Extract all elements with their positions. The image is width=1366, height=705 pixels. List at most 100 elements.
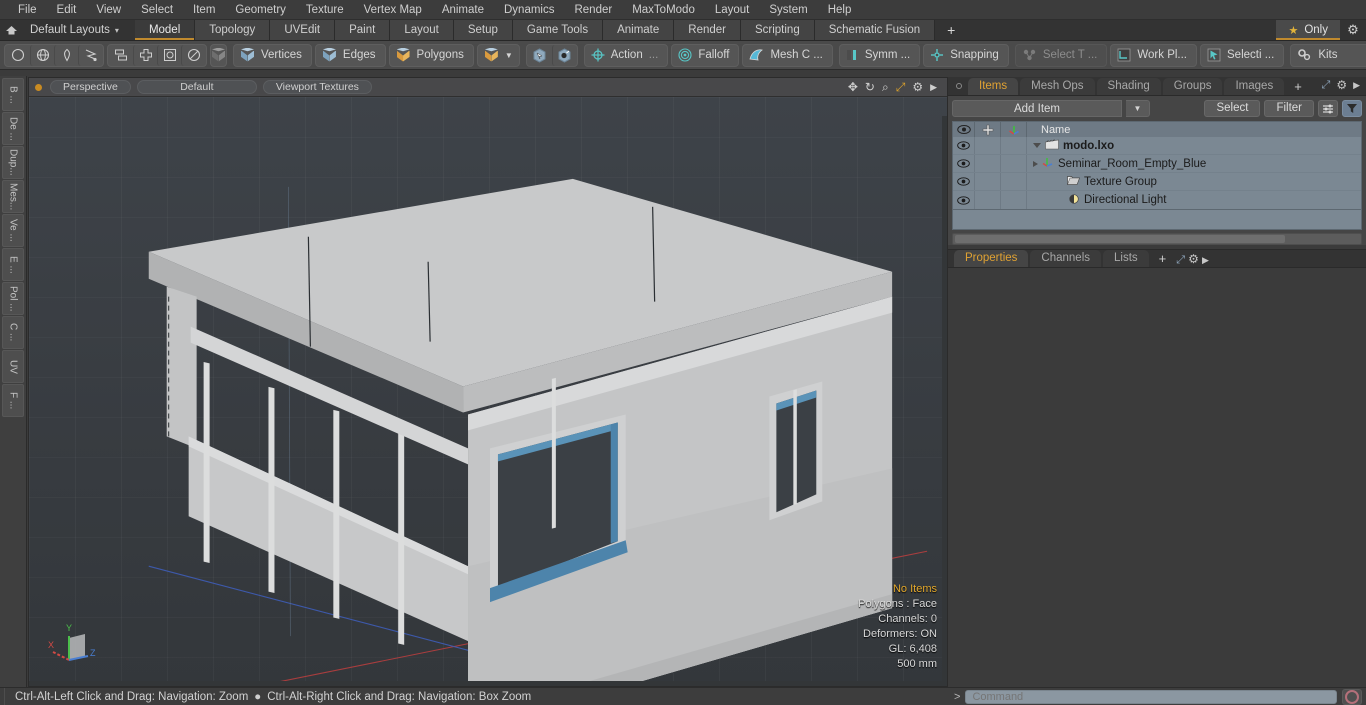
cube-arrow-icon[interactable] [528,45,552,66]
menu-item-help[interactable]: Help [818,0,862,20]
left-rail-tab-duplicate[interactable]: Dup... [2,146,24,179]
left-rail-tab-fusion[interactable]: F ... [2,384,24,417]
home-icon[interactable] [0,20,22,40]
layout-selector[interactable]: Default Layouts ▾ [22,20,127,40]
left-rail-tab-uv[interactable]: UV [2,350,24,383]
selection-mode-polygons[interactable]: Polygons [388,43,474,67]
falloff-button[interactable]: Falloff [671,43,740,67]
fit-icon[interactable]: ⤢ [896,81,906,93]
menu-item-select[interactable]: Select [131,0,183,20]
tab-properties[interactable]: Properties [954,250,1029,267]
cube-hand-icon[interactable] [551,44,576,66]
action-center-button[interactable]: Action ... [583,43,669,67]
row-lock-cell[interactable] [975,137,1001,154]
table-row[interactable]: Seminar_Room_Empty_Blue [953,155,1361,173]
menu-item-item[interactable]: Item [183,0,225,20]
tab-lists[interactable]: Lists [1103,250,1149,267]
menu-item-file[interactable]: File [8,0,47,20]
row-axis-cell[interactable] [1001,173,1027,190]
only-toggle-button[interactable]: ★ Only [1276,20,1340,40]
row-lock-cell[interactable] [975,191,1001,209]
square-in-box-icon[interactable] [157,44,181,66]
tab-images[interactable]: Images [1224,78,1285,95]
menu-item-system[interactable]: System [759,0,817,20]
row-visibility-toggle[interactable] [953,155,975,172]
menu-item-edit[interactable]: Edit [47,0,87,20]
tab-scripting[interactable]: Scripting [740,20,815,40]
tab-shading[interactable]: Shading [1096,78,1161,95]
left-rail-tab-mesh[interactable]: Mes... [2,180,24,213]
ellipse-icon[interactable] [181,44,205,66]
expander-down-icon[interactable] [1033,143,1041,148]
gear-icon[interactable]: ⚙ [1336,78,1347,92]
table-row[interactable]: modo.lxo [953,137,1361,155]
item-list-empty-area[interactable] [952,210,1362,230]
left-rail-tab-curve[interactable]: C ... [2,316,24,349]
row-lock-cell[interactable] [975,173,1001,190]
gear-icon[interactable]: ⚙ [912,81,923,93]
add-item-button[interactable]: Add Item [952,100,1122,117]
add-tab-button[interactable]: + [935,20,967,40]
selection-mode-vertices[interactable]: Vertices [233,43,312,67]
chevron-right-icon[interactable]: ▶ [1202,255,1209,265]
chevron-right-icon[interactable]: ▶ [930,81,937,93]
menu-item-texture[interactable]: Texture [296,0,354,20]
viewport-shading-selector[interactable]: Default [136,80,257,94]
circle-icon[interactable] [6,45,30,66]
record-button[interactable] [1342,688,1362,705]
expand-icon[interactable]: ⤢ [1176,254,1185,266]
rotate-icon[interactable]: ↻ [865,81,875,93]
left-rail-tab-edge[interactable]: E ... [2,248,24,281]
tab-render[interactable]: Render [674,20,741,40]
item-list[interactable]: modo.lxo Seminar_Room_Empty_Blue Texture… [952,137,1362,210]
filter-button[interactable]: Filter [1264,100,1314,117]
lasso-icon[interactable] [78,44,102,66]
snapping-button[interactable]: Snapping [923,43,1009,67]
menu-item-view[interactable]: View [86,0,131,20]
funnel-icon[interactable] [1342,100,1362,117]
menu-item-geometry[interactable]: Geometry [225,0,296,20]
left-rail-tab-polygon[interactable]: Pol ... [2,282,24,315]
plus-frame-icon[interactable] [133,44,157,66]
menu-item-dynamics[interactable]: Dynamics [494,0,564,20]
expander-right-icon[interactable] [1033,160,1038,167]
left-rail-tab-vertex[interactable]: Ve ... [2,214,24,247]
tab-model[interactable]: Model [134,20,196,40]
tab-uvedit[interactable]: UVEdit [270,20,336,40]
item-list-scrollbar[interactable] [952,233,1362,245]
command-input[interactable] [965,689,1337,704]
table-row[interactable]: Directional Light [953,191,1361,209]
add-item-dropdown[interactable]: ▼ [1126,100,1150,117]
menu-item-render[interactable]: Render [564,0,622,20]
viewport-vertical-scrollbar[interactable] [942,116,947,686]
gear-icon[interactable]: ⚙ [1188,252,1199,266]
table-row[interactable]: Texture Group [953,173,1361,191]
tab-schematic-fusion[interactable]: Schematic Fusion [814,20,936,40]
mesh-constraint-button[interactable]: Mesh C ... [742,43,833,67]
tab-animate[interactable]: Animate [603,20,675,40]
tab-topology[interactable]: Topology [195,20,271,40]
tab-paint[interactable]: Paint [335,20,391,40]
item-mode-button[interactable] [210,43,227,67]
axis-gizmo[interactable]: Y X Z [45,614,107,672]
work-plane-button[interactable]: Work Pl... [1110,43,1198,67]
row-axis-cell[interactable] [1001,191,1027,209]
kits-button[interactable]: Kits [1290,43,1366,67]
left-rail-tab-deform[interactable]: De ... [2,112,24,145]
selection-mode-dropdown[interactable]: ▼ [476,43,520,67]
align-icon[interactable] [109,45,133,66]
viewport-textures-selector[interactable]: Viewport Textures [262,80,372,94]
symmetry-button[interactable]: Symm ... [838,43,921,67]
viewport-view-selector[interactable]: Perspective [50,80,131,94]
add-panel-tab-button[interactable]: + [1286,78,1310,95]
list-options-icon[interactable] [1318,100,1338,117]
selection-mode-edges[interactable]: Edges [314,43,386,67]
globe-icon[interactable] [30,44,54,66]
move-icon[interactable]: ✥ [848,81,858,93]
select-button[interactable]: Select [1204,100,1261,117]
scrollbar-thumb[interactable] [955,235,1285,243]
tab-groups[interactable]: Groups [1162,78,1223,95]
viewport-3d[interactable]: Perspective Default Viewport Textures ✥ … [28,77,948,687]
menu-item-maxtomodo[interactable]: MaxToModo [622,0,705,20]
row-visibility-toggle[interactable] [953,191,975,209]
